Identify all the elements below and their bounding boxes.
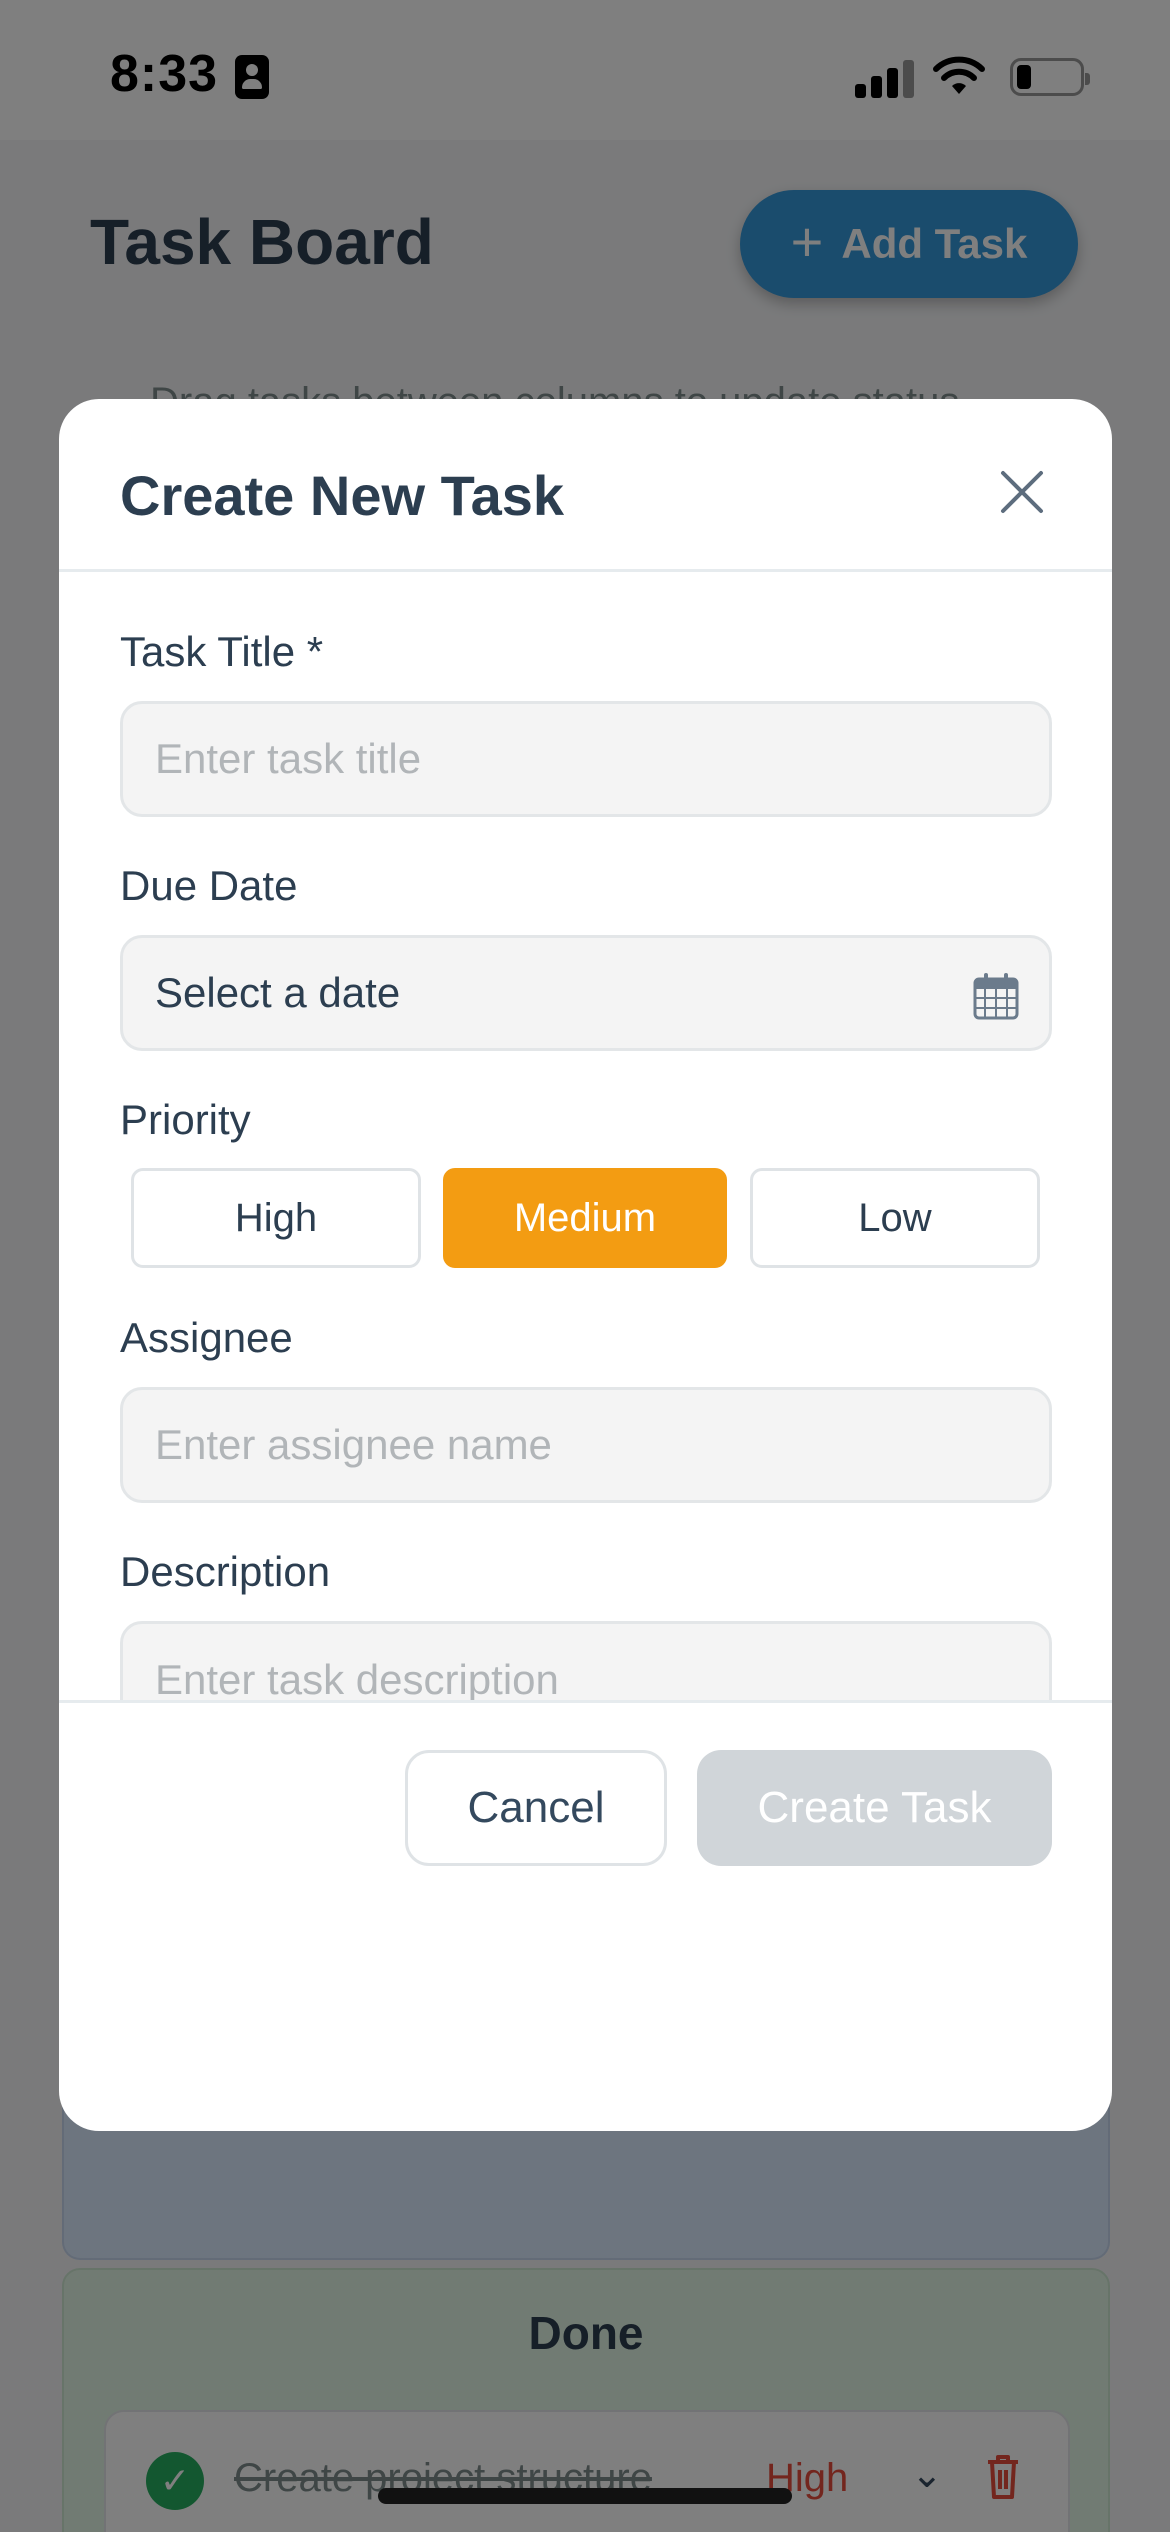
modal-footer: Cancel Create Task bbox=[59, 1700, 1112, 2131]
create-task-modal: Create New Task Task Title * Enter task … bbox=[59, 399, 1112, 2131]
priority-medium-button[interactable]: Medium bbox=[443, 1168, 727, 1268]
close-icon[interactable] bbox=[999, 469, 1045, 515]
description-label: Description bbox=[120, 1548, 331, 1595]
modal-body[interactable]: Task Title * Enter task title Due Date S… bbox=[59, 572, 1112, 1700]
task-title-label: Task Title * bbox=[120, 628, 324, 675]
modal-title: Create New Task bbox=[120, 464, 565, 527]
due-date-label: Due Date bbox=[120, 862, 298, 909]
cancel-button[interactable]: Cancel bbox=[405, 1750, 667, 1866]
description-placeholder: Enter task description bbox=[155, 1656, 559, 1700]
calendar-icon bbox=[973, 973, 1019, 1020]
task-title-placeholder: Enter task title bbox=[155, 735, 422, 782]
assignee-input[interactable]: Enter assignee name bbox=[120, 1387, 1052, 1503]
assignee-placeholder: Enter assignee name bbox=[155, 1421, 552, 1468]
home-indicator[interactable] bbox=[378, 2488, 792, 2504]
priority-high-button[interactable]: High bbox=[131, 1168, 421, 1268]
create-task-button[interactable]: Create Task bbox=[697, 1750, 1052, 1866]
description-textarea[interactable]: Enter task description bbox=[120, 1621, 1052, 1700]
priority-label: Priority bbox=[120, 1096, 251, 1143]
modal-header: Create New Task bbox=[59, 399, 1112, 572]
task-title-input[interactable]: Enter task title bbox=[120, 701, 1052, 817]
priority-low-button[interactable]: Low bbox=[750, 1168, 1040, 1268]
assignee-label: Assignee bbox=[120, 1314, 293, 1361]
due-date-value: Select a date bbox=[155, 969, 401, 1016]
due-date-picker[interactable]: Select a date bbox=[120, 935, 1052, 1051]
